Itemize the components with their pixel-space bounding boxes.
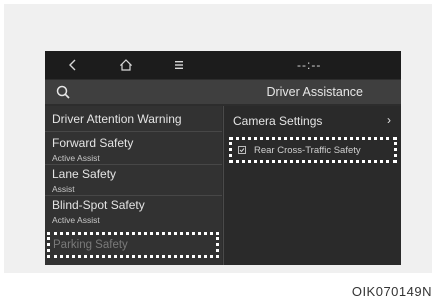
settings-detail-pane: Camera Settings › Rear Cross-Traffic Saf… [224,106,401,265]
figure-code: OIK070149N [351,284,432,299]
figure-frame: --:-- Driver Assistance Driver Attention… [4,4,432,273]
checkbox[interactable] [238,146,246,154]
clock-display: --:-- [297,58,322,72]
rear-cross-traffic-safety-option[interactable]: Rear Cross-Traffic Safety [229,137,397,163]
list-item-parking-safety[interactable]: Parking Safety [47,232,219,258]
list-item-status: Assist [52,184,75,194]
chevron-left-icon [69,59,76,71]
list-item-label: Driver Attention Warning [52,112,182,126]
check-icon [239,148,245,153]
top-nav-bar: --:-- [45,51,401,79]
camera-settings-label: Camera Settings [233,114,323,128]
menu-icon [175,61,183,69]
camera-settings-item[interactable]: Camera Settings › [224,106,401,131]
divider [45,131,222,132]
back-button[interactable] [61,55,85,75]
search-button[interactable] [53,83,75,101]
home-icon [120,59,132,71]
list-item-label: Blind-Spot Safety [52,198,145,212]
list-item-status: Active Assist [52,153,100,163]
search-icon [56,85,70,99]
page-header: Driver Assistance [45,80,401,104]
rear-cross-traffic-safety-label: Rear Cross-Traffic Safety [254,145,361,156]
chevron-right-icon: › [387,113,391,127]
infotainment-screen: --:-- Driver Assistance Driver Attention… [45,51,401,265]
list-item-status: Active Assist [52,215,100,225]
home-button[interactable] [114,55,138,75]
menu-button[interactable] [167,55,191,75]
divider [45,195,222,196]
list-item-label: Lane Safety [52,167,117,181]
list-item-label: Forward Safety [52,136,134,150]
page-title: Driver Assistance [266,85,363,99]
settings-category-list: Driver Attention Warning Forward Safety … [45,106,222,265]
divider [45,164,222,165]
list-item-label: Parking Safety [53,239,128,251]
